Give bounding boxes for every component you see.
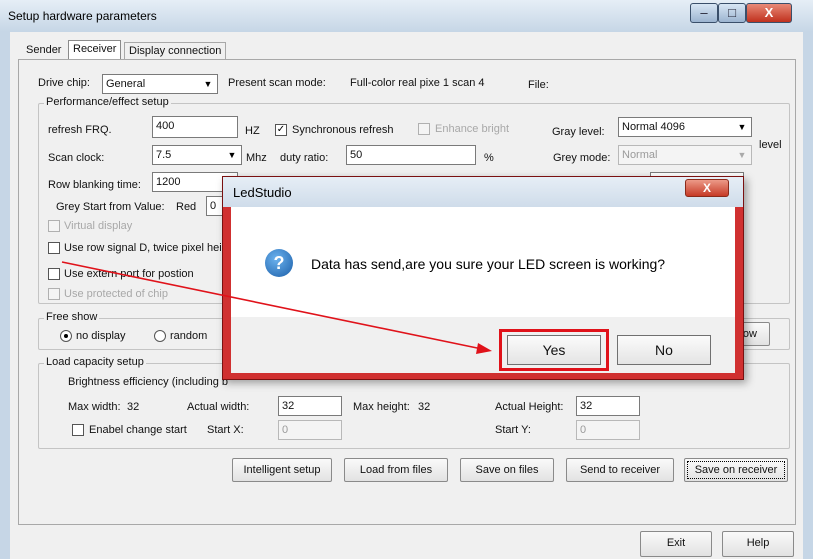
annotation-arrowhead	[476, 343, 492, 354]
annotation-arrow	[61, 261, 492, 354]
annotation-arrow-line	[61, 261, 483, 350]
